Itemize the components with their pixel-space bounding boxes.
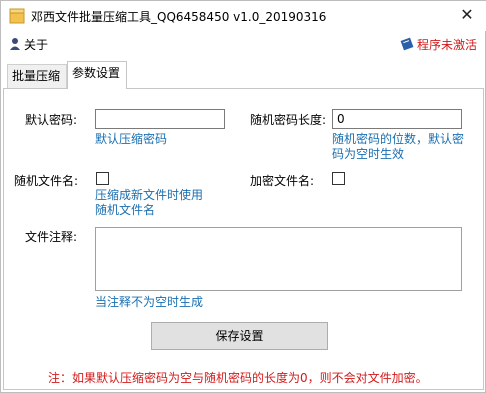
title-bar: 邓西文件批量压缩工具_QQ6458450 v1.0_20190316 ✕ <box>1 1 486 31</box>
about-menu-item[interactable]: 关于 <box>9 35 48 53</box>
file-comment-label: 文件注释: <box>25 230 78 244</box>
default-password-field[interactable] <box>95 109 225 129</box>
encrypt-filename-checkbox[interactable] <box>332 172 345 185</box>
menu-bar: 关于 程序未激活 <box>1 32 485 56</box>
about-label: 关于 <box>24 37 49 52</box>
app-window: 邓西文件批量压缩工具_QQ6458450 v1.0_20190316 ✕ 关于 … <box>0 0 486 393</box>
app-icon <box>9 8 25 24</box>
activate-link[interactable]: 程序未激活 <box>400 35 477 53</box>
random-filename-label: 随机文件名: <box>14 174 79 188</box>
file-comment-textarea[interactable] <box>95 227 462 291</box>
random-password-length-field[interactable] <box>332 109 462 129</box>
book-icon <box>400 37 414 51</box>
encrypt-filename-label: 加密文件名: <box>250 174 315 188</box>
random-filename-hint-1: 压缩成新文件时使用 <box>95 188 204 202</box>
user-icon <box>10 38 20 50</box>
random-filename-checkbox[interactable] <box>96 172 109 185</box>
encryption-note: 注：如果默认压缩密码为空与随机密码的长度为0，则不会对文件加密。 <box>48 371 428 385</box>
tab-batch-compress[interactable]: 批量压缩 <box>7 64 67 88</box>
window-title: 邓西文件批量压缩工具_QQ6458450 v1.0_20190316 <box>31 10 327 24</box>
random-filename-hint-2: 随机文件名 <box>95 203 156 217</box>
save-settings-button[interactable]: 保存设置 <box>151 322 328 350</box>
default-password-hint: 默认压缩密码 <box>95 132 168 146</box>
close-icon[interactable]: ✕ <box>457 5 477 25</box>
random-password-length-label: 随机密码长度: <box>250 113 327 127</box>
file-comment-hint: 当注释不为空时生成 <box>95 295 204 309</box>
random-password-length-hint-2: 码为空时生效 <box>332 147 405 161</box>
tab-settings[interactable]: 参数设置 <box>67 61 127 89</box>
default-password-label: 默认密码: <box>25 113 78 127</box>
activate-label: 程序未激活 <box>416 37 477 52</box>
random-password-length-hint-1: 随机密码的位数，默认密 <box>332 132 465 146</box>
tab-strip: 批量压缩 参数设置 <box>3 61 485 89</box>
settings-panel: 默认密码: 默认压缩密码 随机密码长度: 随机密码的位数，默认密 码为空时生效 … <box>3 88 484 390</box>
